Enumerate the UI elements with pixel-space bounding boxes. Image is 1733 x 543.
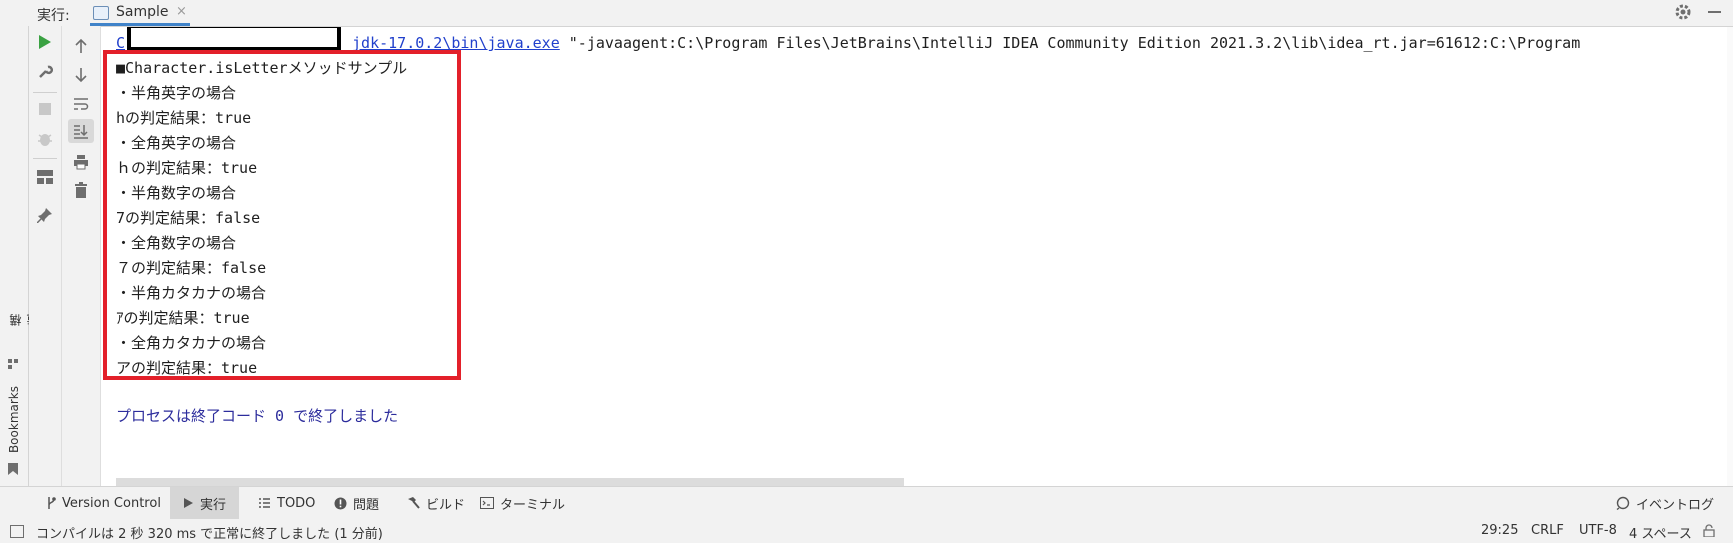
- tool-window-label: ターミナル: [500, 497, 566, 513]
- status-bar: コンパイルは 2 秒 320 ms で正常に終了しました (1 分前) 29:2…: [0, 519, 1733, 543]
- gear-icon[interactable]: [1672, 1, 1694, 23]
- caret-position[interactable]: 29:25: [1481, 523, 1518, 538]
- branch-icon: [48, 497, 56, 509]
- scroll-to-end-button[interactable]: [68, 119, 94, 143]
- bookmarks-label: Bookmarks: [7, 386, 21, 454]
- indent-setting[interactable]: 4 スペース: [1629, 523, 1692, 542]
- scroll-to-end-icon: [74, 125, 88, 139]
- debug-button[interactable]: [32, 127, 58, 151]
- redaction-box: [127, 27, 341, 51]
- stop-icon: [39, 103, 51, 115]
- left-tool-stripe: 構造 Bookmarks: [0, 26, 40, 486]
- arrow-up-icon: [75, 38, 87, 53]
- run-config-icon: [93, 6, 109, 20]
- run-toolbar-secondary: [62, 26, 101, 486]
- run-panel-label: 実行:: [37, 8, 70, 24]
- tool-window-problems[interactable]: 問題: [328, 487, 385, 519]
- down-stack-trace-button[interactable]: [68, 63, 94, 87]
- layout-button[interactable]: [32, 165, 58, 189]
- line-separator[interactable]: CRLF: [1531, 523, 1564, 538]
- trash-icon: [75, 182, 87, 198]
- command-args: "-javaagent:C:\Program Files\JetBrains\I…: [559, 34, 1581, 52]
- play-icon: [39, 35, 51, 49]
- minimize-icon[interactable]: [1708, 11, 1721, 13]
- stop-button[interactable]: [32, 97, 58, 121]
- arrow-down-icon: [75, 68, 87, 83]
- vertical-scrollbar[interactable]: [1727, 27, 1733, 486]
- run-panel-header: 実行: Sample ×: [0, 0, 1733, 27]
- tool-window-label: 実行: [200, 497, 227, 513]
- tool-window-todo[interactable]: TODO: [252, 487, 321, 519]
- event-log-icon: [1616, 496, 1630, 510]
- soft-wrap-icon: [74, 98, 89, 110]
- terminal-icon: [480, 497, 494, 509]
- exit-message: プロセスは終了コード 0 で終了しました: [116, 407, 399, 425]
- event-log-label: イベントログ: [1636, 497, 1715, 513]
- print-button[interactable]: [68, 150, 94, 174]
- run-tab-sample[interactable]: Sample ×: [90, 0, 190, 26]
- bookmark-icon: [8, 463, 18, 479]
- list-icon: [259, 498, 270, 508]
- layout-icon: [37, 170, 53, 184]
- status-message: コンパイルは 2 秒 320 ms で正常に終了しました (1 分前): [36, 527, 383, 542]
- event-log-button[interactable]: イベントログ: [1610, 487, 1720, 519]
- run-icon: [184, 498, 193, 508]
- hammer-icon: [408, 497, 420, 509]
- edit-config-button[interactable]: [32, 60, 58, 84]
- tool-window-label: TODO: [277, 495, 316, 511]
- close-tab-icon[interactable]: ×: [176, 4, 187, 19]
- console-output[interactable]: Cjdk-17.0.2\bin\java.exe "-javaagent:C:\…: [101, 27, 1733, 486]
- structure-icon: [8, 358, 18, 369]
- wrench-icon: [39, 65, 53, 78]
- clear-all-button[interactable]: [68, 178, 94, 202]
- tool-window-label: Version Control: [62, 495, 161, 511]
- pin-tab-button[interactable]: [32, 203, 58, 227]
- up-stack-trace-button[interactable]: [68, 34, 94, 58]
- run-tab-label: Sample: [116, 4, 169, 20]
- tool-window-label: 問題: [353, 497, 380, 513]
- tool-window-terminal[interactable]: ターミナル: [474, 487, 571, 519]
- tool-window-build[interactable]: ビルド: [400, 487, 471, 519]
- tool-window-run[interactable]: 実行: [170, 487, 240, 519]
- lock-icon[interactable]: [1703, 524, 1715, 541]
- run-toolbar-primary: [29, 26, 62, 486]
- horizontal-scrollbar[interactable]: [116, 478, 904, 486]
- printer-icon: [74, 155, 88, 170]
- rerun-button[interactable]: [32, 30, 58, 54]
- tool-window-label: ビルド: [426, 497, 466, 513]
- highlight-annotation-box: [103, 50, 461, 380]
- bug-icon: [38, 134, 52, 146]
- tool-window-bar: Version Control 実行 TODO 問題 ビルド ターミナル イベン…: [0, 486, 1733, 520]
- soft-wrap-button[interactable]: [68, 92, 94, 116]
- file-encoding[interactable]: UTF-8: [1579, 523, 1617, 538]
- tool-window-version-control[interactable]: Version Control: [40, 487, 167, 519]
- tool-windows-toggle-icon[interactable]: [10, 525, 24, 538]
- pin-icon: [37, 208, 52, 223]
- problems-icon: [334, 497, 347, 509]
